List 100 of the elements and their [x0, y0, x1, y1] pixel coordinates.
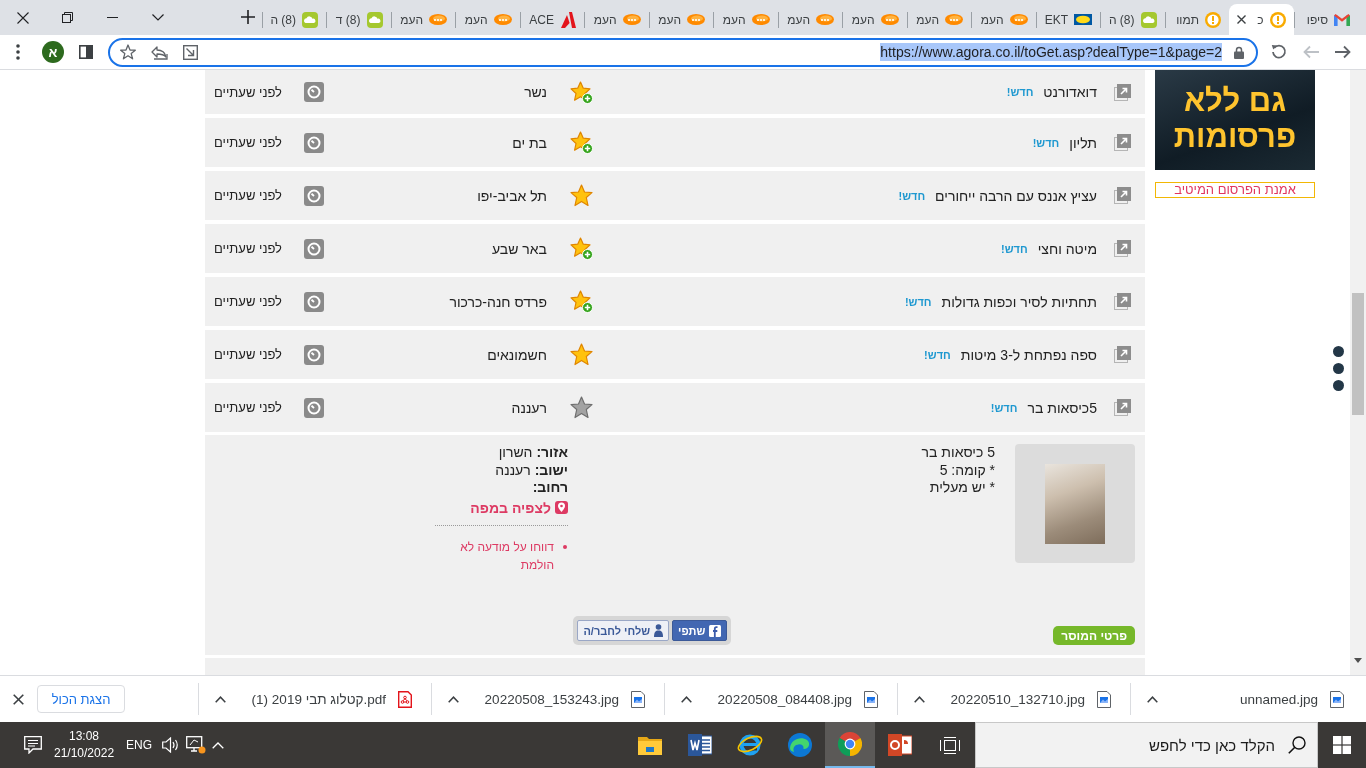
listing-title[interactable]: עציץ אננס עם הרבה ייחורים: [935, 187, 1097, 204]
listing-title[interactable]: מיטה וחצי: [1037, 240, 1097, 257]
profile-avatar[interactable]: א: [42, 41, 64, 63]
external-link-icon[interactable]: [1114, 346, 1131, 363]
back-arrow-icon[interactable]: [1335, 45, 1351, 59]
listing-title[interactable]: דואדורנט: [1043, 84, 1097, 100]
star-icon[interactable]: [570, 343, 593, 366]
send-to-friend-button[interactable]: שלחי לחבר/ה: [577, 620, 670, 641]
browser-tab[interactable]: סיפו: [1293, 4, 1358, 35]
notification-icon[interactable]: [24, 736, 42, 754]
chevron-up-icon[interactable]: [914, 695, 925, 703]
external-link-icon[interactable]: [1114, 134, 1131, 151]
external-link-icon[interactable]: [1114, 240, 1131, 257]
star-plus-icon[interactable]: [570, 131, 593, 154]
speaker-icon[interactable]: [162, 737, 181, 753]
download-filename[interactable]: קטלוג תבי 2019 (1).pdf: [238, 691, 386, 707]
close-icon[interactable]: [16, 11, 29, 24]
browser-tab[interactable]: (8) ד: [326, 4, 391, 35]
bookmark-star-icon[interactable]: [120, 44, 136, 60]
scrollbar-thumb[interactable]: [1352, 293, 1364, 415]
close-icon[interactable]: [13, 693, 24, 705]
image-file-icon[interactable]: [1097, 690, 1111, 708]
lock-icon[interactable]: [1234, 45, 1244, 59]
url-text[interactable]: https://www.agora.co.il/toGet.asp?dealType=1&page=2: [880, 43, 1222, 61]
side-panel-icon[interactable]: [79, 45, 93, 59]
browser-tab[interactable]: העמ: [584, 4, 649, 35]
close-icon[interactable]: [1237, 15, 1246, 24]
search-field[interactable]: הקלד כאן כדי לחפש: [975, 722, 1318, 768]
chevron-up-icon[interactable]: [215, 695, 226, 703]
browser-tab[interactable]: העמ: [906, 4, 971, 35]
scrollbar[interactable]: [1350, 70, 1366, 675]
pdf-file-icon[interactable]: [398, 690, 412, 708]
share-button[interactable]: שתפי: [672, 620, 728, 641]
share-icon[interactable]: [151, 44, 168, 60]
download-filename[interactable]: unnamed.jpg: [1170, 691, 1318, 707]
browser-tab[interactable]: העמ: [390, 4, 455, 35]
download-filename[interactable]: 20220508_084408.jpg: [704, 691, 852, 707]
network-icon[interactable]: [186, 736, 207, 754]
external-link-icon[interactable]: [1114, 399, 1131, 416]
image-file-icon[interactable]: [864, 690, 878, 708]
reload-icon[interactable]: [1271, 44, 1287, 60]
star-icon[interactable]: [570, 396, 593, 419]
listing-row[interactable]: ספה נפתחת ל-3 מיטות חדש! חשמונאים לפני שעתיים: [205, 330, 1145, 379]
star-plus-icon[interactable]: [570, 237, 593, 260]
browser-tab[interactable]: (8) ה: [261, 4, 326, 35]
map-link[interactable]: לצפיה במפה: [435, 498, 568, 517]
listing-row[interactable]: 5כיסאות בר חדש! רעננה לפני שעתיים: [205, 383, 1145, 432]
image-file-icon[interactable]: [631, 690, 645, 708]
browser-tab[interactable]: העמ: [971, 4, 1036, 35]
chevron-up-icon[interactable]: [448, 695, 459, 703]
browser-tab[interactable]: תמוו: [1164, 4, 1229, 35]
time-label[interactable]: 13:08: [69, 728, 100, 745]
image-file-icon[interactable]: [1330, 690, 1344, 708]
external-link-icon[interactable]: [1114, 187, 1131, 204]
listing-row[interactable]: תחתיות לסיר וכפות גדולות חדש! פרדס חנה-כרכור לפני שעתיים: [205, 277, 1145, 326]
star-plus-icon[interactable]: [570, 290, 593, 313]
listing-row[interactable]: דואדורנט חדש! נשר לפני שעתיים: [205, 70, 1145, 114]
chevron-down-icon[interactable]: [151, 14, 164, 21]
restore-icon[interactable]: [62, 12, 73, 23]
scroll-down-icon[interactable]: [1354, 658, 1362, 663]
listing-title[interactable]: 5כיסאות בר: [1027, 399, 1097, 416]
listing-row[interactable]: תליון חדש! בת ים לפני שעתיים: [205, 118, 1145, 167]
browser-tab[interactable]: כ: [1229, 4, 1294, 35]
star-plus-icon[interactable]: [570, 80, 593, 104]
date-label[interactable]: 21/10/2022: [54, 745, 115, 762]
chevron-up-icon[interactable]: [681, 695, 692, 703]
browser-tab[interactable]: העמ: [455, 4, 520, 35]
listing-title[interactable]: ספה נפתחת ל-3 מיטות: [960, 346, 1097, 363]
external-link-icon[interactable]: [1114, 293, 1131, 310]
browser-tab[interactable]: העמ: [777, 4, 842, 35]
listing-title[interactable]: תחתיות לסיר וכפות גדולות: [941, 293, 1097, 310]
external-link-icon[interactable]: [1114, 83, 1131, 101]
download-filename[interactable]: 20220510_132710.jpg: [937, 691, 1085, 707]
menu-icon[interactable]: [16, 44, 20, 60]
browser-tab[interactable]: העמ: [713, 4, 778, 35]
arrow-box-icon[interactable]: [183, 44, 198, 60]
browser-tab[interactable]: ACE: [519, 4, 584, 35]
browser-tab[interactable]: העמ: [648, 4, 713, 35]
language-indicator[interactable]: ENG: [126, 738, 153, 752]
time-label: לפני שעתיים: [214, 294, 282, 309]
chevron-up-icon[interactable]: [1147, 695, 1158, 703]
plus-icon[interactable]: [240, 10, 255, 24]
address-field[interactable]: https://www.agora.co.il/toGet.asp?dealType=1&page=2: [108, 37, 1258, 67]
four-panes-icon[interactable]: [1333, 736, 1351, 754]
description-line: 5 כיסאות בר: [920, 444, 995, 462]
clock-icon: [304, 185, 324, 206]
ad-banner[interactable]: גם ללא פרסומות: [1155, 70, 1315, 170]
more-icon[interactable]: [1333, 346, 1344, 391]
listing-row[interactable]: מיטה וחצי חדש! באר שבע לפני שעתיים: [205, 224, 1145, 273]
ad-policy-link[interactable]: אמנת הפרסום המיטיב: [1155, 182, 1315, 198]
star-icon[interactable]: [570, 184, 593, 207]
report-link[interactable]: דווחו על מודעה לא הולמת: [454, 537, 554, 574]
browser-tab[interactable]: (8) ה: [1100, 4, 1165, 35]
description-line: * קומה: 5: [938, 461, 995, 479]
browser-tab[interactable]: העמ: [842, 4, 907, 35]
listing-title[interactable]: תליון: [1069, 134, 1097, 151]
show-all-button[interactable]: הצגת הכול: [37, 685, 125, 713]
download-filename[interactable]: 20220508_153243.jpg: [471, 691, 619, 707]
browser-tab[interactable]: EKT: [1035, 4, 1100, 35]
listing-row[interactable]: עציץ אננס עם הרבה ייחורים חדש! תל אביב-יפו לפני שעתיים: [205, 171, 1145, 220]
